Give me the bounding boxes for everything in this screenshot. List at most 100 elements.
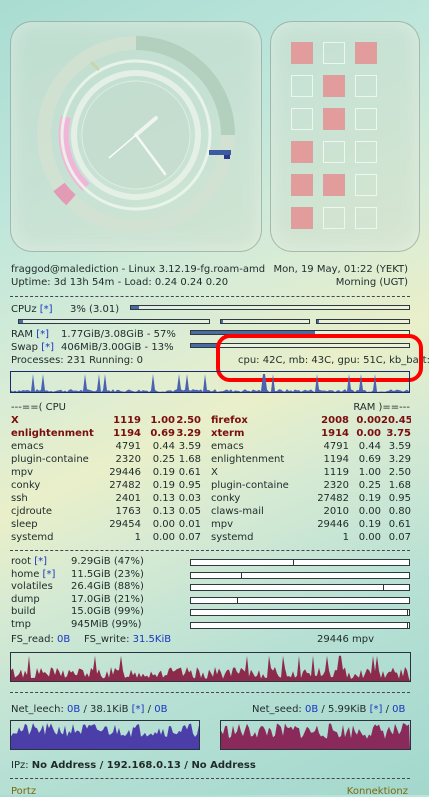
table-row: X 1119 1.00 2.50 — [11, 414, 201, 427]
fs-usage-bar — [190, 559, 410, 566]
cpu-process-table: X 1119 1.00 2.50 enlightenment 1194 0.69 3.29 em… — [11, 414, 201, 544]
ram-process-table: firefox 2008 0.00 20.45 xterm 1914 0.00 3.75 ema… — [211, 414, 411, 544]
table-row: X 1119 1.00 2.50 — [211, 466, 411, 479]
fs-name: volatiles — [11, 581, 53, 592]
table-cell: mpv — [211, 519, 234, 530]
table-row: conky 27482 0.19 0.95 — [211, 492, 411, 505]
workspace-cell[interactable] — [291, 141, 313, 163]
fs-usage-value: 9.29GiB (47%) — [71, 556, 144, 567]
table-cell: 29454 — [109, 519, 141, 530]
fs-usage-value: 11.5GiB (23%) — [71, 568, 144, 580]
table-cell: enlightenment — [11, 428, 94, 439]
table-row: enlightenment 1194 0.69 3.29 — [211, 453, 411, 466]
fs-usage-bar — [190, 596, 410, 604]
table-cell: 0.61 — [388, 519, 411, 530]
workspace-cell[interactable] — [355, 207, 377, 229]
table-cell: 0.13 — [152, 506, 175, 517]
table-cell: 27482 — [317, 493, 349, 504]
workspace-cell[interactable] — [355, 174, 377, 196]
table-cell: 0.44 — [152, 441, 175, 452]
fs-io-graph — [10, 652, 411, 682]
workspace-cell[interactable] — [323, 75, 345, 97]
table-cell: 27482 — [109, 480, 141, 491]
divider — [10, 692, 410, 693]
table-cell: 4791 — [323, 441, 349, 452]
table-cell: xterm — [211, 428, 245, 439]
net-seed-graph — [220, 720, 411, 750]
swap-label: Swap [*] — [11, 342, 55, 353]
table-cell: 3.59 — [178, 441, 201, 452]
table-cell: 1119 — [323, 467, 349, 478]
workspace-cell[interactable] — [323, 141, 345, 163]
fs-name: build — [11, 606, 36, 617]
workspace-cell[interactable] — [291, 174, 313, 196]
clock-panel — [10, 21, 262, 252]
graph-area — [221, 723, 410, 749]
table-cell: 0.07 — [388, 532, 411, 543]
workspace-cell[interactable] — [291, 42, 313, 64]
table-cell: X — [11, 415, 19, 426]
processes-line: Processes: 231 Running: 0 — [11, 355, 143, 366]
workspace-cell[interactable] — [323, 174, 345, 196]
workspace-cell[interactable] — [355, 42, 377, 64]
cpu-value: 3% (3.01) — [70, 304, 120, 315]
table-cell: 2320 — [115, 454, 141, 465]
workspace-cell[interactable] — [323, 42, 345, 64]
workspace-cell[interactable] — [355, 75, 377, 97]
table-cell: 0.00 — [356, 415, 381, 426]
workspace-cell[interactable] — [291, 207, 313, 229]
table-cell: enlightenment — [211, 454, 285, 465]
fs-usage-bar — [190, 584, 410, 591]
workspace-cell[interactable] — [291, 108, 313, 130]
table-row: emacs 4791 0.44 3.59 — [211, 440, 411, 453]
host-line: fraggod@malediction - Linux 3.12.19-fg.r… — [11, 264, 266, 275]
graph-area — [11, 374, 409, 392]
net-leech-graph — [10, 720, 200, 750]
connections-label: Konnektionz — [346, 786, 408, 797]
net-seed: Net_seed: 0B / 5.99KiB [*] / 0B — [252, 704, 406, 715]
table-cell: emacs — [211, 441, 244, 452]
table-cell: plugin-containe — [211, 480, 289, 491]
ip-addresses: IPz: No Address / 192.168.0.13 / No Addr… — [11, 760, 256, 771]
table-cell: 2.50 — [176, 415, 201, 426]
fs-name: dump — [11, 593, 40, 605]
table-row: ssh 2401 0.13 0.03 — [11, 492, 201, 505]
workspace-cell[interactable] — [355, 141, 377, 163]
fs-name: home [*] — [11, 568, 56, 580]
fs-usage-bar — [190, 571, 410, 579]
table-cell: 1 — [134, 532, 141, 543]
table-cell: 0.69 — [358, 454, 381, 465]
ram-top-header: RAM )==--- — [353, 402, 410, 413]
table-cell: 0.00 — [358, 506, 381, 517]
cpu-core-bar-1 — [18, 319, 210, 324]
fs-usage-value: 15.0GiB (99%) — [71, 606, 144, 617]
table-cell: sleep — [11, 519, 38, 530]
swap-value: 406MiB/3.00GiB - 13% — [61, 342, 174, 353]
table-cell: firefox — [211, 415, 248, 426]
uptime-line: Uptime: 3d 13h 54m - Load: 0.24 0.24 0.2… — [11, 277, 229, 288]
workspace-cell[interactable] — [323, 207, 345, 229]
workspace-cell[interactable] — [323, 108, 345, 130]
table-cell: plugin-containe — [11, 454, 89, 465]
table-cell: 2.50 — [388, 467, 411, 478]
table-cell: 1.00 — [358, 467, 381, 478]
table-cell: 1763 — [115, 506, 141, 517]
cpu-history-graph — [10, 371, 410, 393]
ram-label: RAM [*] — [11, 329, 50, 340]
net-leech: Net_leech: 0B / 38.1KiB [*] / 0B — [11, 704, 168, 715]
table-cell: 2320 — [323, 480, 349, 491]
fs-usage-value: 17.0GiB (21%) — [71, 593, 144, 605]
divider — [10, 550, 410, 551]
table-cell: 0.13 — [152, 493, 175, 504]
table-cell: 3.75 — [386, 428, 411, 439]
table-cell: 0.19 — [358, 493, 381, 504]
workspace-grid-panel — [270, 21, 420, 252]
workspace-cell[interactable] — [355, 108, 377, 130]
cpu-label: CPUz [*] — [11, 304, 53, 315]
table-cell: 0.00 — [152, 532, 175, 543]
table-cell: 0.25 — [152, 454, 175, 465]
analog-clock — [37, 36, 235, 234]
fs-name: root [*] — [11, 556, 48, 567]
workspace-cell[interactable] — [291, 75, 313, 97]
table-cell: 29446 — [109, 467, 141, 478]
